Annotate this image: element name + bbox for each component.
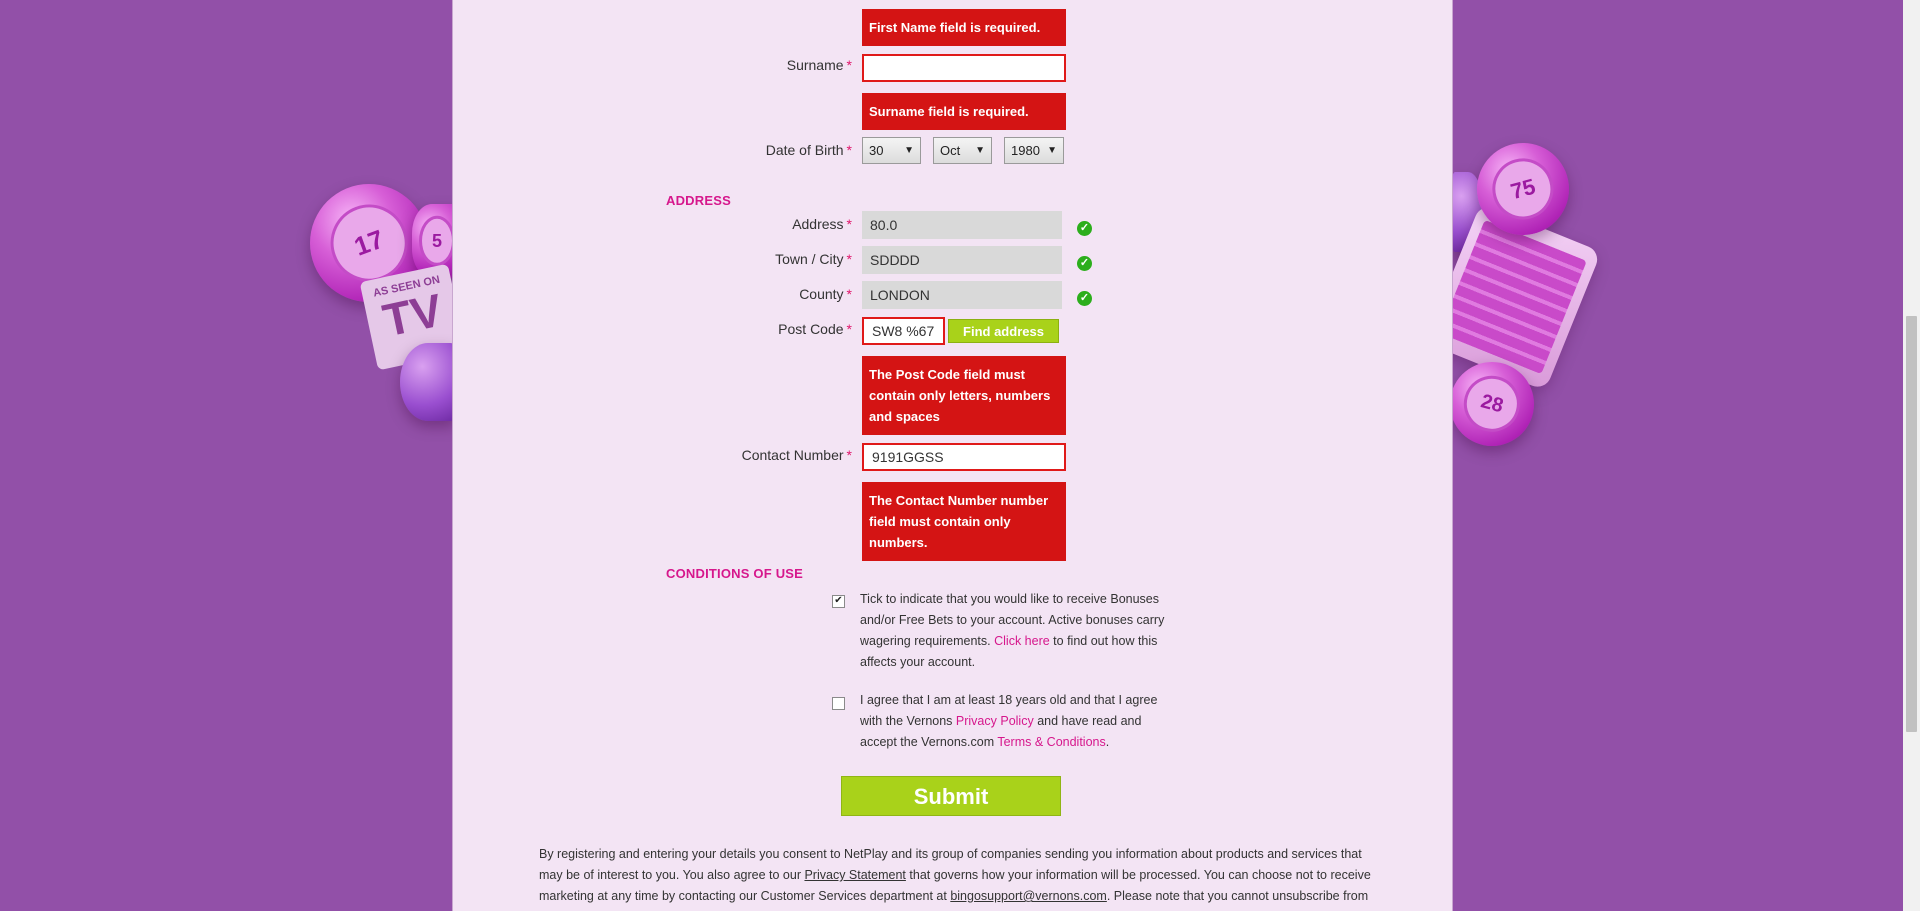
age-terms-checkbox[interactable] <box>832 697 845 710</box>
county-valid-check-icon: ✓ <box>1077 291 1092 306</box>
support-email-link[interactable]: bingosupport@vernons.com <box>950 889 1107 903</box>
bingo-ball-number: 28 <box>1457 369 1527 439</box>
town-valid-check-icon: ✓ <box>1077 256 1092 271</box>
page-scrollbar[interactable] <box>1903 0 1920 911</box>
address-section-title: ADDRESS <box>666 193 731 208</box>
address-valid-check-icon: ✓ <box>1077 221 1092 236</box>
dob-month-select[interactable]: Oct ▼ <box>933 137 992 164</box>
surname-input[interactable] <box>862 54 1066 82</box>
dob-year-select[interactable]: 1980 ▼ <box>1004 137 1064 164</box>
bonus-text: Tick to indicate that you would like to … <box>860 592 1165 669</box>
terms-link[interactable]: Terms & Conditions <box>997 735 1105 749</box>
address-label: Address * <box>792 216 852 232</box>
postcode-label: Post Code * <box>778 321 852 337</box>
surname-error: Surname field is required. <box>862 93 1066 130</box>
town-input[interactable]: SDDDD <box>862 246 1062 274</box>
find-address-button[interactable]: Find address <box>948 319 1059 343</box>
age-terms-text: I agree that I am at least 18 years old … <box>860 693 1158 749</box>
county-input[interactable]: LONDON <box>862 281 1062 309</box>
bingo-ball-75: 75 <box>1477 143 1569 235</box>
conditions-section-title: CONDITIONS OF USE <box>666 566 804 581</box>
postcode-error: The Post Code field must contain only le… <box>862 356 1066 435</box>
address-input[interactable]: 80.0 <box>862 211 1062 239</box>
town-label: Town / City * <box>775 251 852 267</box>
footer-consent-text: By registering and entering your details… <box>539 847 1371 903</box>
privacy-policy-link[interactable]: Privacy Policy <box>956 714 1034 728</box>
bingo-ball-number: 75 <box>1485 151 1561 227</box>
postcode-input[interactable]: SW8 %67 <box>862 317 945 345</box>
scrollbar-thumb[interactable] <box>1906 316 1917 732</box>
privacy-statement-link[interactable]: Privacy Statement <box>804 868 905 882</box>
contact-number-input[interactable]: 9191GGSS <box>862 443 1066 471</box>
click-here-link[interactable]: Click here <box>994 634 1050 648</box>
submit-button[interactable]: Submit <box>841 776 1061 816</box>
bonus-checkbox[interactable]: ✔ <box>832 595 845 608</box>
bingo-ball-28: 28 <box>1450 362 1534 446</box>
contact-error: The Contact Number number field must con… <box>862 482 1066 561</box>
county-label: County * <box>799 286 852 302</box>
bingo-ball-purple <box>400 343 456 421</box>
dob-day-select[interactable]: 30 ▼ <box>862 137 921 164</box>
first-name-error: First Name field is required. <box>862 9 1066 46</box>
dob-label: Date of Birth * <box>765 142 852 158</box>
contact-label: Contact Number * <box>741 447 852 463</box>
bingo-ball-number: 5 <box>419 215 455 267</box>
surname-label: Surname * <box>786 57 852 73</box>
